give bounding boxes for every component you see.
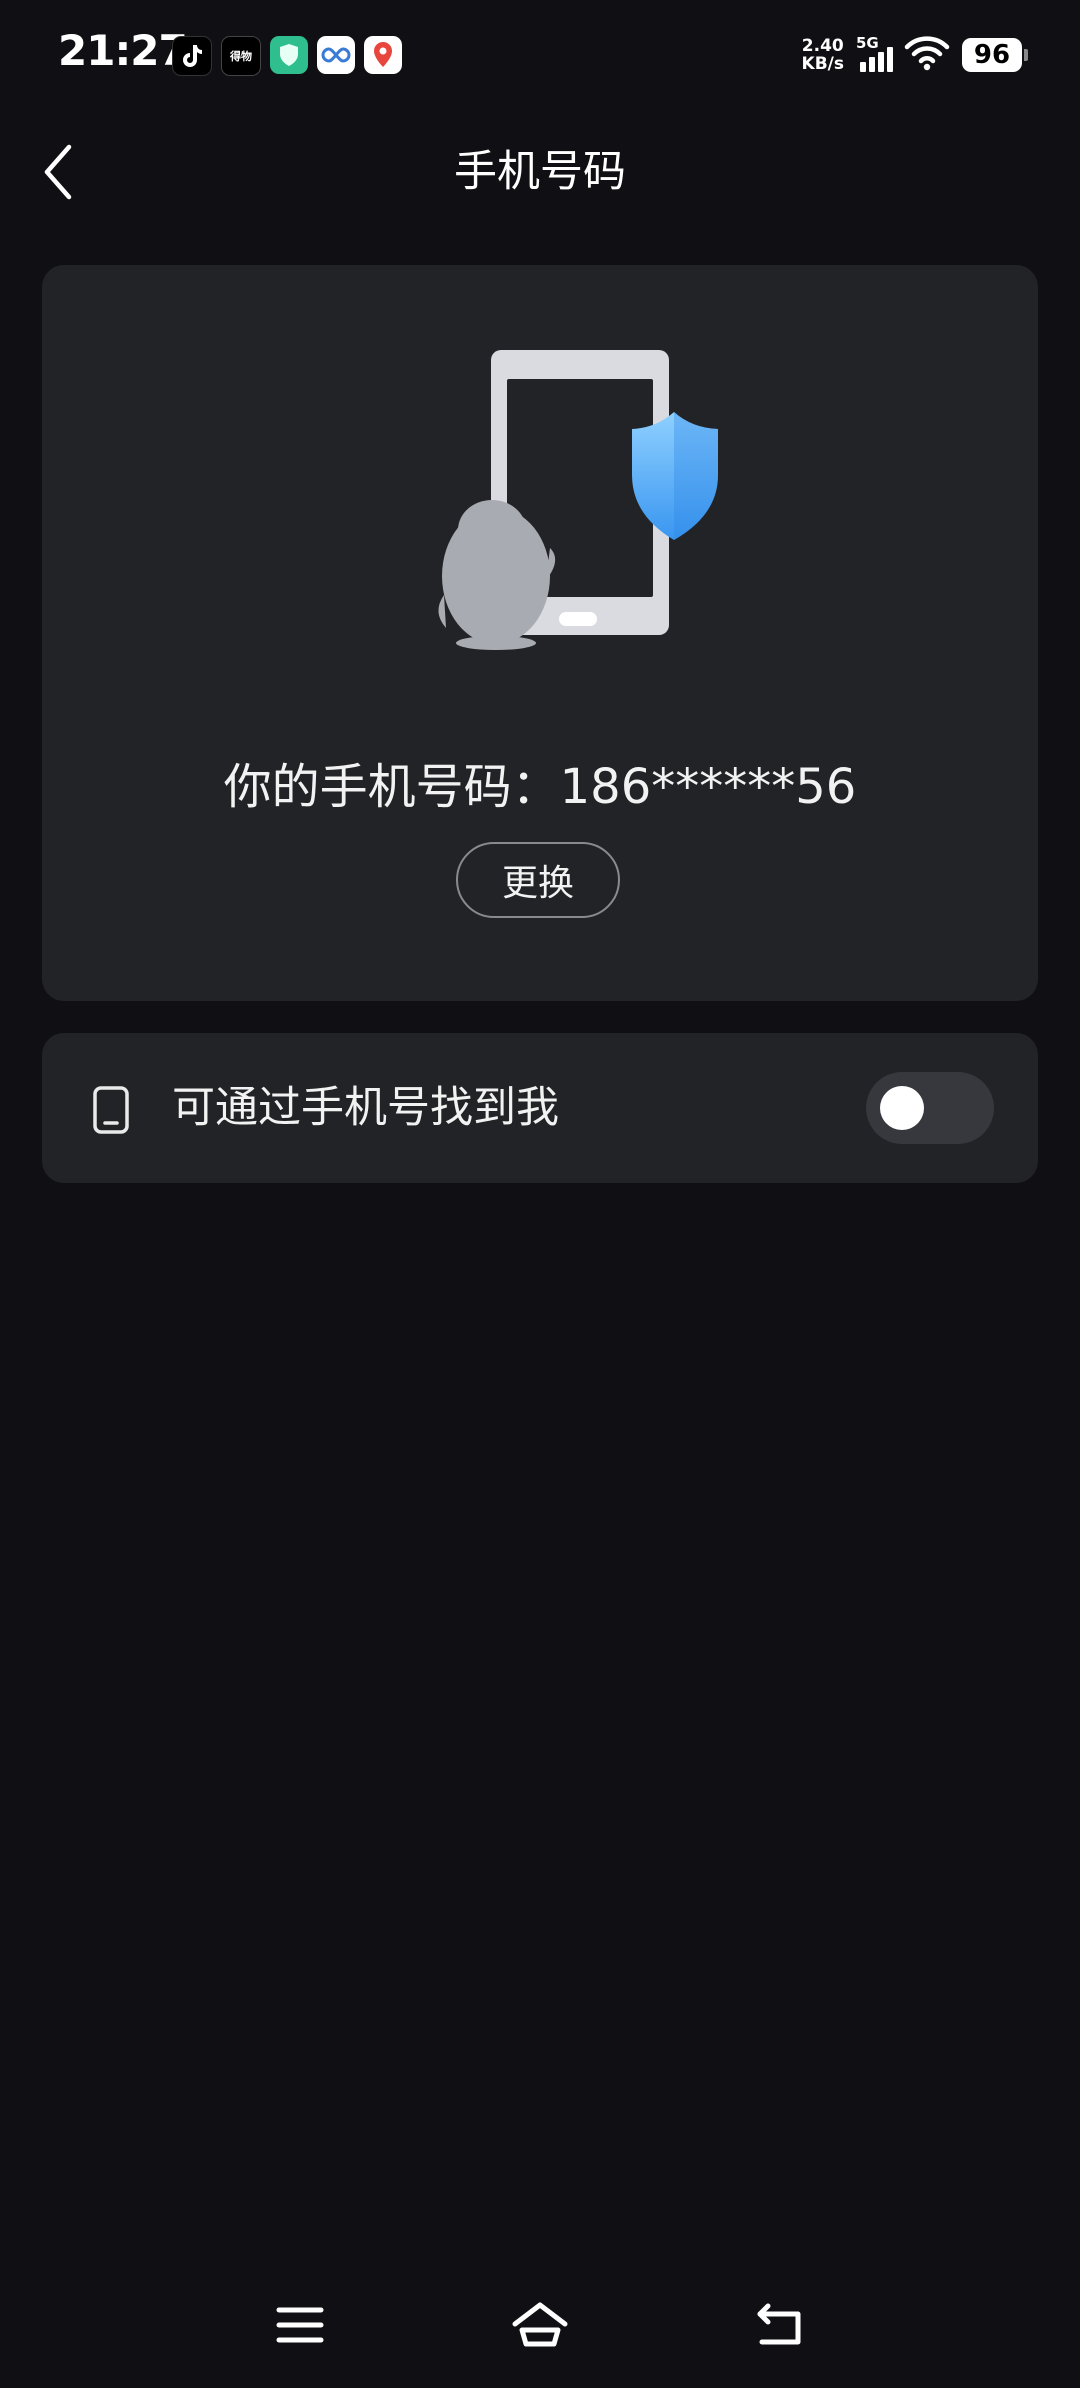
find-by-phone-toggle[interactable] [866,1072,994,1144]
phone-penguin-shield-illustration [396,350,736,660]
status-bar: 21:27 得物 2.40 KB/s 5G 96 [0,0,1080,112]
map-pin-app-icon [364,36,402,74]
phone-outline-icon [92,1085,130,1135]
home-button[interactable] [505,2290,575,2360]
find-by-phone-setting: 可通过手机号找到我 [42,1033,1038,1183]
change-phone-button[interactable]: 更换 [456,842,620,918]
home-icon [512,2302,568,2347]
network-speed-unit: KB/s [801,54,844,74]
status-right: 2.40 KB/s 5G 96 [802,34,1028,76]
page-title: 手机号码 [454,147,626,197]
menu-icon [276,2307,324,2343]
network-speed: 2.40 KB/s [802,37,844,73]
notification-icons: 得物 [172,36,402,76]
menu-button[interactable] [265,2290,335,2360]
phone-number-card: 你的手机号码：186******56 更换 [42,265,1038,1001]
shield-app-icon [270,36,308,74]
phone-number-label: 你的手机号码：186******56 [223,759,857,815]
toggle-knob [880,1086,924,1130]
network-speed-value: 2.40 [801,36,844,56]
status-time: 21:27 [58,26,188,75]
battery-icon: 96 [962,38,1028,72]
back-nav-button[interactable] [745,2290,815,2360]
wifi-icon [904,35,950,75]
system-nav-bar [0,2280,1080,2370]
cellular-signal-icon: 5G [856,34,893,76]
tiktok-icon [172,36,212,76]
find-by-phone-label: 可通过手机号找到我 [172,1083,559,1133]
back-arrow-icon [757,2303,801,2345]
app-icon-black: 得物 [221,36,261,76]
infinity-app-icon [317,36,355,74]
